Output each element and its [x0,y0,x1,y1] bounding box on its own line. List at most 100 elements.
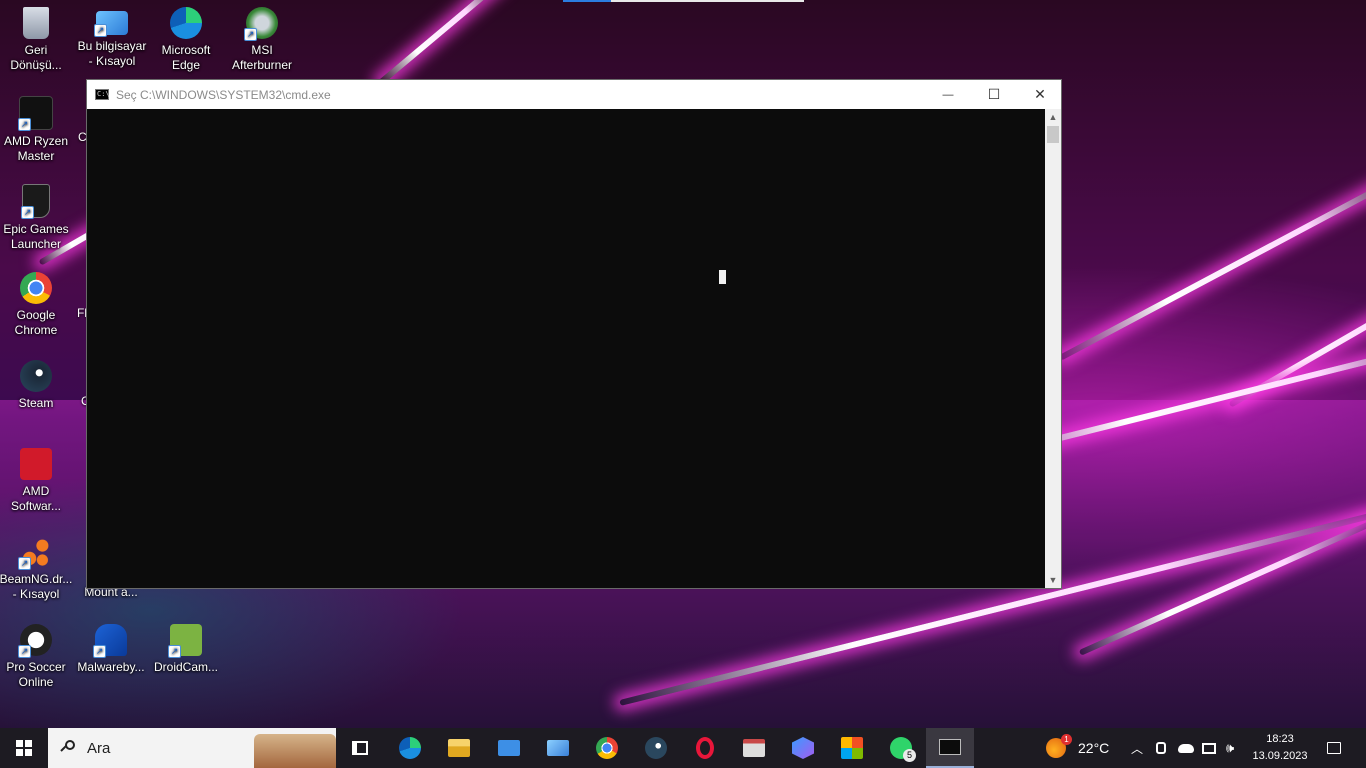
desktop-icon-msi-afterburner[interactable]: ↗ MSI Afterburner [224,7,300,73]
cmd-titlebar[interactable]: C:\ Seç C:\WINDOWS\SYSTEM32\cmd.exe — ☐ … [87,80,1061,109]
minimize-icon: — [942,88,954,101]
window-title: Seç C:\WINDOWS\SYSTEM32\cmd.exe [116,87,331,102]
top-edge-highlight [563,0,611,2]
maximize-icon: ☐ [987,86,1001,102]
chevron-up-icon: ︿ [1131,741,1144,756]
tray-meet-now[interactable] [1156,728,1166,768]
malwarebytes-icon: ↗ [93,624,127,658]
steam-icon [645,737,667,759]
store-icon [841,737,863,759]
desktop-icon-epic-games[interactable]: ↗ Epic Games Launcher [0,184,74,252]
desktop-icon-label: DroidCam... [153,660,218,674]
desktop-icon-recycle-bin[interactable]: Geri Dönüşü... [0,7,74,73]
vertical-scrollbar[interactable]: ▲ ▼ [1045,109,1061,588]
scroll-up-icon[interactable]: ▲ [1045,109,1061,125]
taskbar-file-explorer[interactable] [439,732,479,764]
desktop-icon-label: AMD Ryzen Master [3,134,68,163]
desktop-icon-pro-soccer[interactable]: ↗ Pro Soccer Online [0,624,74,690]
task-view-button[interactable] [340,732,380,764]
desktop-icon-ryzen-master[interactable]: ↗ AMD Ryzen Master [0,96,74,164]
weather-sun-icon: 1 [1046,734,1072,758]
notification-icon [1327,742,1341,754]
taskbar-this-pc[interactable] [538,732,578,764]
desktop-icon-this-pc[interactable]: ↗ Bu bilgisayar - Kısayol [74,7,150,69]
desktop-icon-amd-software[interactable]: AMD Softwar... [0,448,74,514]
desktop-icon-beamng[interactable]: ↗ BeamNG.dr... - Kısayol [0,536,74,602]
show-hidden-icons-button[interactable]: ︿ [1131,728,1143,768]
folder-icon [448,739,470,757]
weather-badge: 1 [1061,734,1072,745]
webcam-icon [1156,742,1166,754]
top-edge-bar [611,0,804,2]
whatsapp-badge: 5 [903,749,916,762]
cloud-icon [1178,743,1194,753]
console-area[interactable] [87,109,1046,588]
close-button[interactable]: ✕ [1017,80,1063,109]
windows-logo-icon [16,740,32,756]
task-view-icon [352,741,368,755]
weather-widget[interactable]: 1 22°C [1046,728,1109,768]
pro-soccer-icon: ↗ [18,624,52,658]
edge-icon [399,737,421,759]
taskbar-search[interactable]: Ara [48,728,336,768]
start-button[interactable] [0,728,48,768]
speaker-icon: 🕪 [1226,740,1235,755]
search-highlight-image [254,734,336,768]
desktop-icon-label: Geri Dönüşü... [10,43,62,72]
taskbar-copilot[interactable] [783,732,823,764]
shortcut-arrow-icon: ↗ [244,28,257,41]
notification-center-button[interactable] [1322,728,1346,768]
desktop-icon-label: Bu bilgisayar - Kısayol [77,39,147,68]
desktop-icon-steam[interactable]: Steam [0,360,74,411]
desktop-icon-droidcam[interactable]: ↗ DroidCam... [148,624,224,675]
chrome-icon [20,272,52,304]
search-placeholder: Ara [87,739,111,757]
scrollbar-thumb[interactable] [1047,126,1059,143]
tray-network[interactable] [1202,728,1216,768]
desktop-icon-label: Microsoft Edge [161,43,211,72]
taskbar-edge[interactable] [390,732,430,764]
clock-date: 13.09.2023 [1252,750,1308,762]
tray-onedrive[interactable] [1178,728,1194,768]
taskbar-mail[interactable] [489,732,529,764]
shortcut-arrow-icon: ↗ [93,645,106,658]
taskbar-whatsapp[interactable]: 5 [881,732,921,764]
taskbar-steam[interactable] [636,732,676,764]
network-icon [1202,742,1216,754]
desktop-icon-chrome[interactable]: Google Chrome [0,272,74,338]
epic-games-icon: ↗ [21,184,50,219]
tray-volume[interactable]: 🕪 [1226,728,1234,768]
minimize-button[interactable]: — [925,80,971,109]
cmd-app-icon[interactable]: C:\ [95,89,110,100]
taskbar-store[interactable] [832,732,872,764]
taskbar-opera[interactable] [685,732,725,764]
search-icon [61,740,77,756]
shortcut-arrow-icon: ↗ [168,645,181,658]
taskbar-snipping[interactable] [734,732,774,764]
taskbar-clock[interactable]: 18:23 13.09.2023 [1246,731,1314,765]
maximize-button[interactable]: ☐ [971,80,1017,109]
desktop-icon-edge[interactable]: Microsoft Edge [148,7,224,73]
chrome-icon [596,737,618,759]
desktop-icon-label: AMD Softwar... [10,484,62,513]
cmd-window[interactable]: C:\ Seç C:\WINDOWS\SYSTEM32\cmd.exe — ☐ … [86,79,1062,589]
light-streak [1058,167,1366,361]
ryzen-master-icon: ↗ [18,96,53,131]
taskbar-cmd[interactable] [926,728,974,768]
shortcut-arrow-icon: ↗ [94,24,107,37]
desktop-icon-malwarebytes[interactable]: ↗ Malwareby... [73,624,149,675]
this-pc-icon: ↗ [94,11,128,37]
desktop-icon-label: Pro Soccer Online [6,660,66,689]
shortcut-arrow-icon: ↗ [18,645,31,658]
shortcut-arrow-icon: ↗ [18,118,31,131]
clock-time: 18:23 [1266,733,1294,745]
recycle-bin-icon [23,7,49,39]
desktop-icon-label: Malwareby... [77,660,145,674]
shortcut-arrow-icon: ↗ [21,206,34,219]
msi-afterburner-icon: ↗ [244,7,278,41]
taskbar-chrome[interactable] [587,732,627,764]
desktop-icon-label: Steam [18,396,54,410]
droidcam-icon: ↗ [168,624,202,658]
desktop-icon-label: BeamNG.dr... - Kısayol [0,572,73,601]
scroll-down-icon[interactable]: ▼ [1045,572,1061,588]
